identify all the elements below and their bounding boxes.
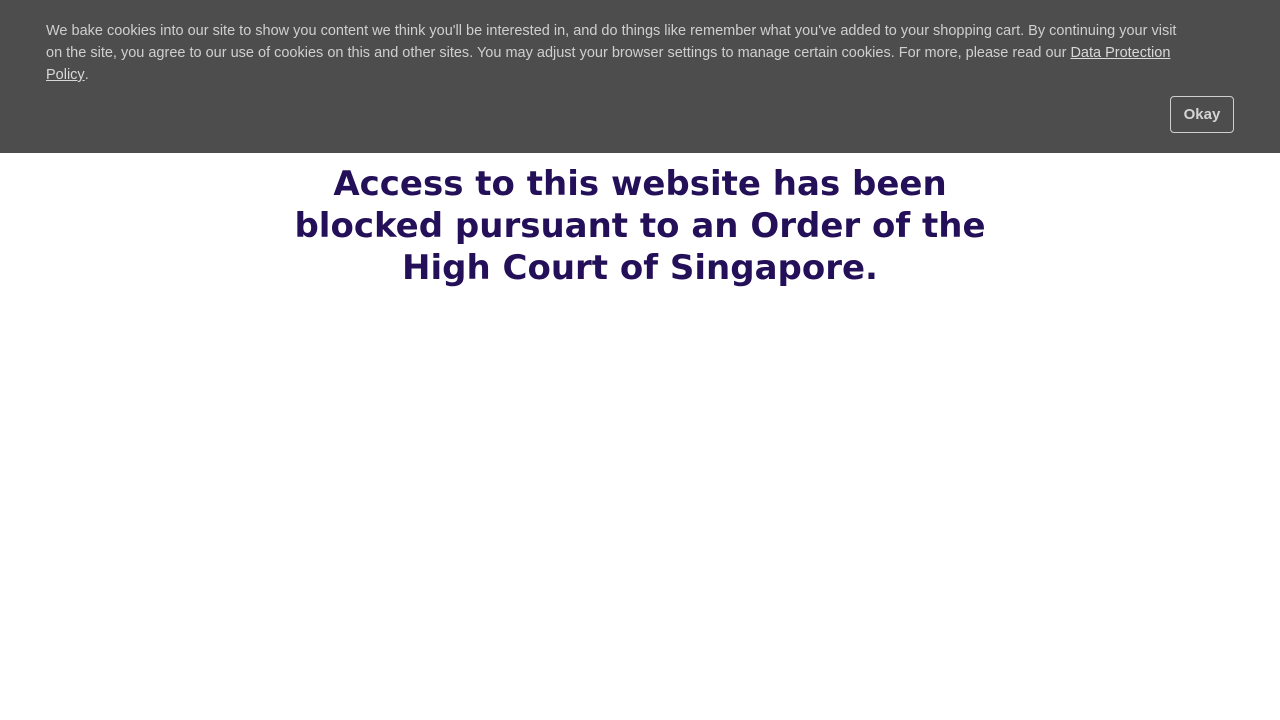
okay-button[interactable]: Okay	[1170, 96, 1234, 133]
cookie-banner: We bake cookies into our site to show yo…	[0, 0, 1280, 153]
main-content: Access to this website has been blocked …	[0, 153, 1280, 720]
cookie-message-period: .	[84, 67, 89, 83]
blocked-notice-heading: Access to this website has been blocked …	[294, 164, 986, 288]
cookie-message: We bake cookies into our site to show yo…	[46, 20, 1186, 86]
cookie-message-text: We bake cookies into our site to show yo…	[46, 23, 1177, 61]
